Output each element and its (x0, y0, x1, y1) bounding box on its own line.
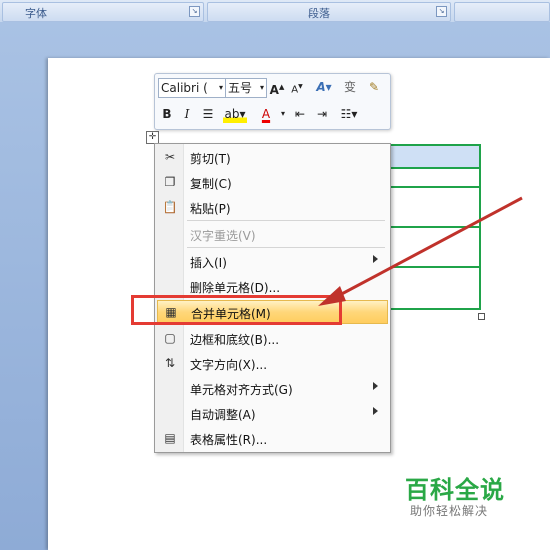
font-name-value: Calibri ( (161, 81, 208, 95)
menu-item-label: 文字方向(X)... (190, 358, 268, 372)
table-properties-icon: ▤ (164, 431, 176, 445)
menu-item-cut[interactable]: ✂ 剪切(T) (157, 146, 386, 168)
menu-item-paste[interactable]: 📋 粘贴(P) (157, 196, 386, 218)
menu-item-reconvert: 汉字重选(V) (157, 223, 386, 245)
align-center-icon[interactable]: ☰ (200, 105, 216, 123)
bullets-icon[interactable]: ☷▾ (336, 105, 362, 123)
menu-item-label: 删除单元格(D)... (190, 281, 281, 295)
menu-item-text-direction[interactable]: ⇅ 文字方向(X)... (157, 352, 386, 374)
menu-item-label: 汉字重选(V) (190, 229, 256, 243)
bold-button[interactable]: B (160, 105, 174, 123)
font-dialog-launcher-icon[interactable]: ↘ (189, 6, 200, 17)
font-size-value: 五号 (228, 81, 253, 95)
italic-button[interactable]: I (180, 105, 194, 123)
chevron-down-icon: ▾ (218, 83, 223, 92)
menu-separator (187, 220, 385, 221)
menu-item-borders-shading[interactable]: ▢ 边框和底纹(B)... (157, 327, 386, 349)
paragraph-dialog-launcher-icon[interactable]: ↘ (436, 6, 447, 17)
menu-item-cell-alignment[interactable]: 单元格对齐方式(G) (157, 377, 386, 399)
menu-item-delete-cells[interactable]: 删除单元格(D)... (157, 275, 386, 297)
paragraph-group-label: 段落 (308, 7, 330, 20)
decrease-indent-icon[interactable]: ⇤ (292, 105, 308, 123)
menu-item-label: 复制(C) (190, 177, 232, 191)
styles-group (454, 2, 550, 22)
chevron-down-icon: ▾ (259, 83, 264, 92)
mini-toolbar: Calibri ( ▾ 五号 ▾ A▲ A▼ A▾ 变 ✎ B I ☰ ab▾ … (154, 73, 391, 130)
table-resize-handle[interactable] (478, 313, 485, 320)
menu-item-label: 表格属性(R)... (190, 433, 268, 447)
chevron-down-icon[interactable]: ▾ (279, 105, 287, 123)
menu-item-table-properties[interactable]: ▤ 表格属性(R)... (157, 427, 386, 449)
menu-item-copy[interactable]: ❐ 复制(C) (157, 171, 386, 193)
format-painter-icon[interactable]: ✎ (365, 78, 383, 96)
copy-icon: ❐ (164, 175, 176, 189)
watermark-title: 百科全说 (405, 476, 505, 504)
font-name-combo[interactable]: Calibri ( ▾ (158, 78, 226, 98)
grow-font-icon[interactable]: A▲ (269, 78, 285, 97)
menu-item-label: 单元格对齐方式(G) (190, 383, 293, 397)
menu-item-label: 插入(I) (190, 256, 227, 270)
paste-icon: 📋 (162, 200, 178, 214)
font-color-icon[interactable]: A (255, 105, 277, 123)
menu-item-label: 粘贴(P) (190, 202, 231, 216)
menu-separator (187, 247, 385, 248)
increase-indent-icon[interactable]: ⇥ (314, 105, 330, 123)
menu-item-label: 自动调整(A) (190, 408, 256, 422)
paragraph-group: 段落 ↘ (207, 2, 451, 22)
submenu-arrow-icon (373, 382, 378, 390)
ribbon-group-strip: 字体 ↘ 段落 ↘ (0, 0, 550, 23)
font-group: 字体 ↘ (2, 2, 204, 22)
menu-item-label: 剪切(T) (190, 152, 231, 166)
menu-item-autofit[interactable]: 自动调整(A) (157, 402, 386, 424)
border-icon: ▢ (164, 331, 176, 345)
menu-item-insert[interactable]: 插入(I) (157, 250, 386, 272)
watermark-subtitle: 助你轻松解决 (410, 504, 489, 518)
font-size-combo[interactable]: 五号 ▾ (225, 78, 267, 98)
scissors-icon: ✂ (164, 150, 176, 164)
highlight-icon[interactable]: ab▾ (223, 105, 247, 123)
menu-item-label: 边框和底纹(B)... (190, 333, 280, 347)
text-direction-icon: ⇅ (164, 356, 176, 370)
font-group-label: 字体 (25, 7, 47, 20)
submenu-arrow-icon (373, 255, 378, 263)
text-effects-icon[interactable]: A▾ (313, 78, 335, 96)
annotation-highlight-box (131, 295, 342, 325)
submenu-arrow-icon (373, 407, 378, 415)
shrink-font-icon[interactable]: A▼ (289, 78, 305, 96)
phonetic-guide-icon[interactable]: 变 (341, 78, 359, 96)
